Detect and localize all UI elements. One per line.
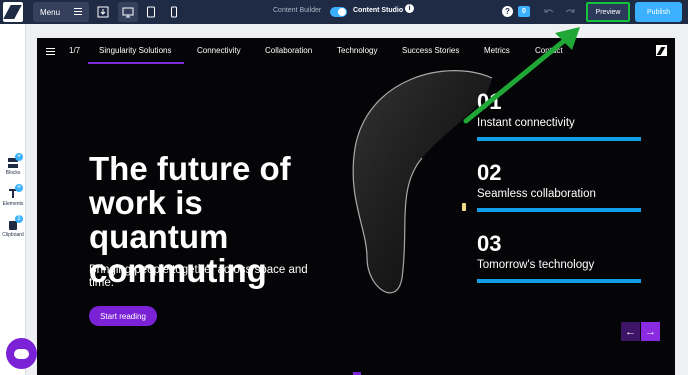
hero-subtitle[interactable]: Bringing people together across space an… bbox=[89, 264, 329, 290]
previous-slide-button[interactable]: ← bbox=[621, 322, 640, 341]
blocks-icon: + bbox=[8, 153, 23, 168]
site-logo-icon[interactable] bbox=[656, 45, 667, 56]
publish-button[interactable]: Publish bbox=[635, 2, 682, 22]
arrow-left-icon: ← bbox=[625, 325, 636, 338]
undo-icon[interactable] bbox=[541, 4, 557, 20]
sidebar-item-clipboard[interactable]: 1 Clipboard bbox=[0, 215, 26, 238]
add-blocks-icon: + bbox=[15, 153, 23, 161]
add-elements-icon: + bbox=[15, 184, 23, 192]
elements-icon: + bbox=[8, 184, 23, 199]
menu-button-label: Menu bbox=[40, 7, 61, 17]
content-mode-toggle[interactable] bbox=[330, 7, 347, 17]
stat-number: 01 bbox=[477, 89, 502, 114]
help-icon[interactable]: ? bbox=[502, 6, 513, 17]
top-toolbar: Menu Content Builder Content Studio i ? … bbox=[0, 0, 688, 24]
stat-number: 02 bbox=[477, 160, 502, 185]
stat-item[interactable]: 03 Tomorrow's technology bbox=[477, 232, 641, 283]
next-slide-button[interactable]: → bbox=[641, 322, 660, 341]
start-reading-button[interactable]: Start reading bbox=[89, 306, 157, 326]
hero-title-line: The future of bbox=[89, 150, 291, 187]
sidebar-item-label: Blocks bbox=[5, 170, 21, 176]
stat-label: Tomorrow's technology bbox=[477, 259, 595, 271]
slide-canvas: 1/7 Singularity Solutions Connectivity C… bbox=[37, 38, 675, 375]
stat-number: 03 bbox=[477, 231, 502, 256]
stat-bar bbox=[477, 208, 641, 212]
nav-menu-icon[interactable] bbox=[46, 48, 55, 55]
save-download-icon[interactable] bbox=[95, 4, 111, 20]
stat-bar bbox=[477, 279, 641, 283]
stat-label: Seamless collaboration bbox=[477, 188, 596, 200]
chat-bubble-icon bbox=[14, 348, 29, 359]
content-studio-label[interactable]: Content Studio bbox=[353, 7, 403, 14]
nav-item-success-stories[interactable]: Success Stories bbox=[402, 46, 459, 55]
nav-item-singularity-solutions[interactable]: Singularity Solutions bbox=[99, 46, 171, 55]
app-logo[interactable] bbox=[3, 2, 23, 22]
nav-item-collaboration[interactable]: Collaboration bbox=[265, 46, 312, 55]
preview-button[interactable]: Preview bbox=[586, 2, 630, 22]
desktop-view-icon[interactable] bbox=[118, 2, 138, 22]
nav-active-underline bbox=[88, 62, 184, 64]
clipboard-icon: 1 bbox=[8, 215, 23, 230]
stat-item[interactable]: 01 Instant connectivity bbox=[477, 90, 641, 141]
slide-counter: 1/7 bbox=[69, 46, 81, 55]
info-icon[interactable]: i bbox=[405, 4, 414, 13]
hamburger-icon bbox=[74, 8, 82, 15]
stat-bar bbox=[477, 137, 641, 141]
hero-title-line: work is quantum bbox=[89, 184, 229, 255]
clipboard-count-badge: 1 bbox=[15, 215, 23, 223]
sidebar-item-elements[interactable]: + Elements bbox=[0, 184, 26, 207]
sidebar-item-blocks[interactable]: + Blocks bbox=[0, 153, 26, 176]
nav-item-connectivity[interactable]: Connectivity bbox=[197, 46, 241, 55]
resize-handle[interactable] bbox=[462, 203, 466, 211]
mobile-view-icon[interactable] bbox=[166, 4, 182, 20]
left-sidebar: + Blocks + Elements 1 Clipboard bbox=[0, 24, 26, 375]
nav-item-technology[interactable]: Technology bbox=[337, 46, 377, 55]
menu-button[interactable]: Menu bbox=[33, 2, 89, 22]
notifications-badge[interactable]: 0 bbox=[518, 6, 530, 17]
stat-item[interactable]: 02 Seamless collaboration bbox=[477, 161, 641, 212]
stat-label: Instant connectivity bbox=[477, 117, 575, 129]
sidebar-item-label: Elements bbox=[2, 201, 24, 207]
tablet-view-icon[interactable] bbox=[143, 4, 159, 20]
content-builder-label[interactable]: Content Builder bbox=[273, 7, 321, 14]
sidebar-item-label: Clipboard bbox=[2, 232, 24, 238]
nav-item-contact[interactable]: Contact bbox=[535, 46, 563, 55]
nav-item-metrics[interactable]: Metrics bbox=[484, 46, 510, 55]
chat-widget-button[interactable] bbox=[6, 338, 37, 369]
arrow-right-icon: → bbox=[645, 325, 656, 338]
redo-icon[interactable] bbox=[562, 4, 578, 20]
